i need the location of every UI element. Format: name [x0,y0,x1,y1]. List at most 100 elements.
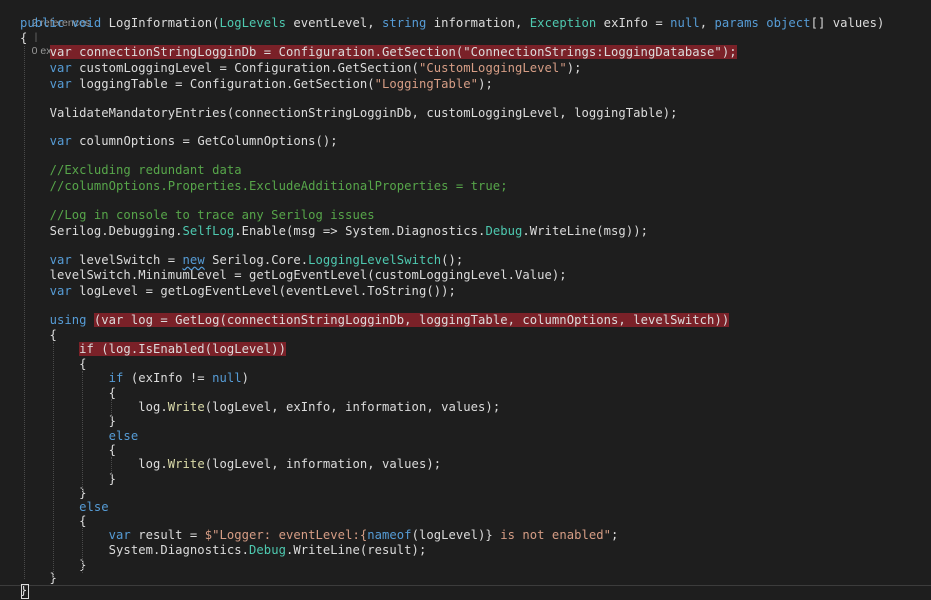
code-line[interactable]: Serilog.Debugging.SelfLog.Enable(msg => … [20,224,648,239]
code-token: customLoggingLevel = Configuration.GetSe… [71,61,419,75]
code-line[interactable]: { [20,443,116,458]
code-line[interactable]: //Log in console to trace any Serilog is… [20,208,375,223]
code-token: LoggingLevelSwitch [308,253,442,267]
code-line[interactable]: levelSwitch.MinimumLevel = getLogEventLe… [20,268,567,283]
code-line[interactable]: else [20,429,139,444]
code-line[interactable]: var logLevel = getLogEventLevel(eventLev… [20,284,456,299]
code-line[interactable]: public void LogInformation(LogLevels eve… [20,16,884,31]
code-token: is not enabled" [492,528,612,542]
code-token: var [108,528,131,542]
code-token: Serilog.Core. [204,253,309,267]
code-token: .WriteLine(msg)); [522,224,648,238]
code-editor[interactable]: 2 references | 0 exceptions public void … [0,0,931,600]
code-token: using [49,313,87,327]
code-token: public [20,16,65,30]
code-token: Write [167,400,205,414]
code-token: exInfo = [596,16,671,30]
code-token: log. [138,400,168,414]
code-token: { [20,31,28,45]
indent-guide [111,457,112,479]
code-token: result = [130,528,205,542]
code-token: { [20,443,117,457]
code-token: ; [611,528,619,542]
code-token: var [49,61,72,75]
code-token: "LoggingTable" [374,77,479,91]
indent-guide [82,371,83,493]
code-token: null [670,16,700,30]
code-token: ); [478,77,493,91]
code-token: levelSwitch.MinimumLevel = getLogEventLe… [49,268,567,282]
code-token: eventLevel, [285,16,383,30]
code-token: if [108,371,124,385]
indent-guide [111,399,112,421]
code-token: System.Diagnostics. [108,543,250,557]
code-token: SelfLog [182,224,235,238]
breakpoint-highlight: if (log.IsEnabled(logLevel)) [79,342,286,356]
code-token: information, [426,16,530,30]
code-token: (); [441,253,464,267]
code-line[interactable]: log.Write(logLevel, information, values)… [20,457,441,472]
code-line[interactable]: //columnOptions.Properties.ExcludeAdditi… [20,179,508,194]
code-token: new [182,253,205,267]
code-token: //columnOptions.Properties.ExcludeAdditi… [49,179,508,193]
code-line[interactable]: var columnOptions = GetColumnOptions(); [20,134,338,149]
code-token: logLevel = getLogEventLevel(eventLevel.T… [71,284,456,298]
editor-bottom-divider [0,585,931,586]
code-line[interactable]: log.Write(logLevel, exInfo, information,… [20,400,500,415]
code-line[interactable]: } [20,414,116,429]
code-token: Debug [249,543,286,557]
code-line[interactable]: System.Diagnostics.Debug.WriteLine(resul… [20,543,427,558]
code-line[interactable]: { [20,386,116,401]
code-line[interactable]: var customLoggingLevel = Configuration.G… [20,61,582,76]
code-line[interactable]: var levelSwitch = new Serilog.Core.Loggi… [20,253,464,268]
code-token: { [20,328,57,342]
code-token: var [49,134,72,148]
code-line[interactable]: //Excluding redundant data [20,163,242,178]
codelens-separator: | [34,31,38,43]
code-token: levelSwitch = [71,253,183,267]
code-token: nameof [367,528,412,542]
code-token: columnOptions = GetColumnOptions(); [71,134,338,148]
code-line[interactable]: if (log.IsEnabled(logLevel)) [20,342,286,357]
code-line[interactable]: var connectionStringLogginDb = Configura… [20,45,737,60]
code-token: "CustomLoggingLevel" [418,61,567,75]
code-token: { [20,386,117,400]
brace-match-highlight [21,584,29,599]
code-token: } [20,414,117,428]
code-token: .WriteLine(result); [285,543,427,557]
code-line[interactable]: var result = $"Logger: eventLevel:{nameo… [20,528,619,543]
code-token: //Log in console to trace any Serilog is… [49,208,375,222]
code-token: var [49,284,72,298]
code-token: Serilog.Debugging. [49,224,183,238]
indent-guide [24,46,25,579]
code-line[interactable]: else [20,500,109,515]
indent-guide [53,342,54,578]
code-token: var [49,77,72,91]
indent-guide [82,528,83,573]
code-token: (logLevel, information, values); [204,457,442,471]
code-token: , [699,16,715,30]
code-token: //Excluding redundant data [49,163,242,177]
breakpoint-highlight: var connectionStringLogginDb = Configura… [49,45,737,59]
code-line[interactable]: var loggingTable = Configuration.GetSect… [20,77,493,92]
code-line[interactable]: } [20,472,116,487]
code-token: ) [241,371,250,385]
code-line[interactable]: { [20,328,57,343]
code-line[interactable]: ValidateMandatoryEntries(connectionStrin… [20,106,678,121]
code-token: ); [566,61,582,75]
code-token: loggingTable = Configuration.GetSection( [71,77,375,91]
code-line[interactable]: if (exInfo != null) [20,371,249,386]
code-token: } [20,472,117,486]
code-token: Debug [485,224,523,238]
codelens-bar[interactable]: 2 references | 0 exceptions [20,2,91,57]
code-line[interactable]: using (var log = GetLog(connectionString… [20,313,730,328]
code-token: string [382,16,427,30]
code-line[interactable]: { [20,31,27,46]
